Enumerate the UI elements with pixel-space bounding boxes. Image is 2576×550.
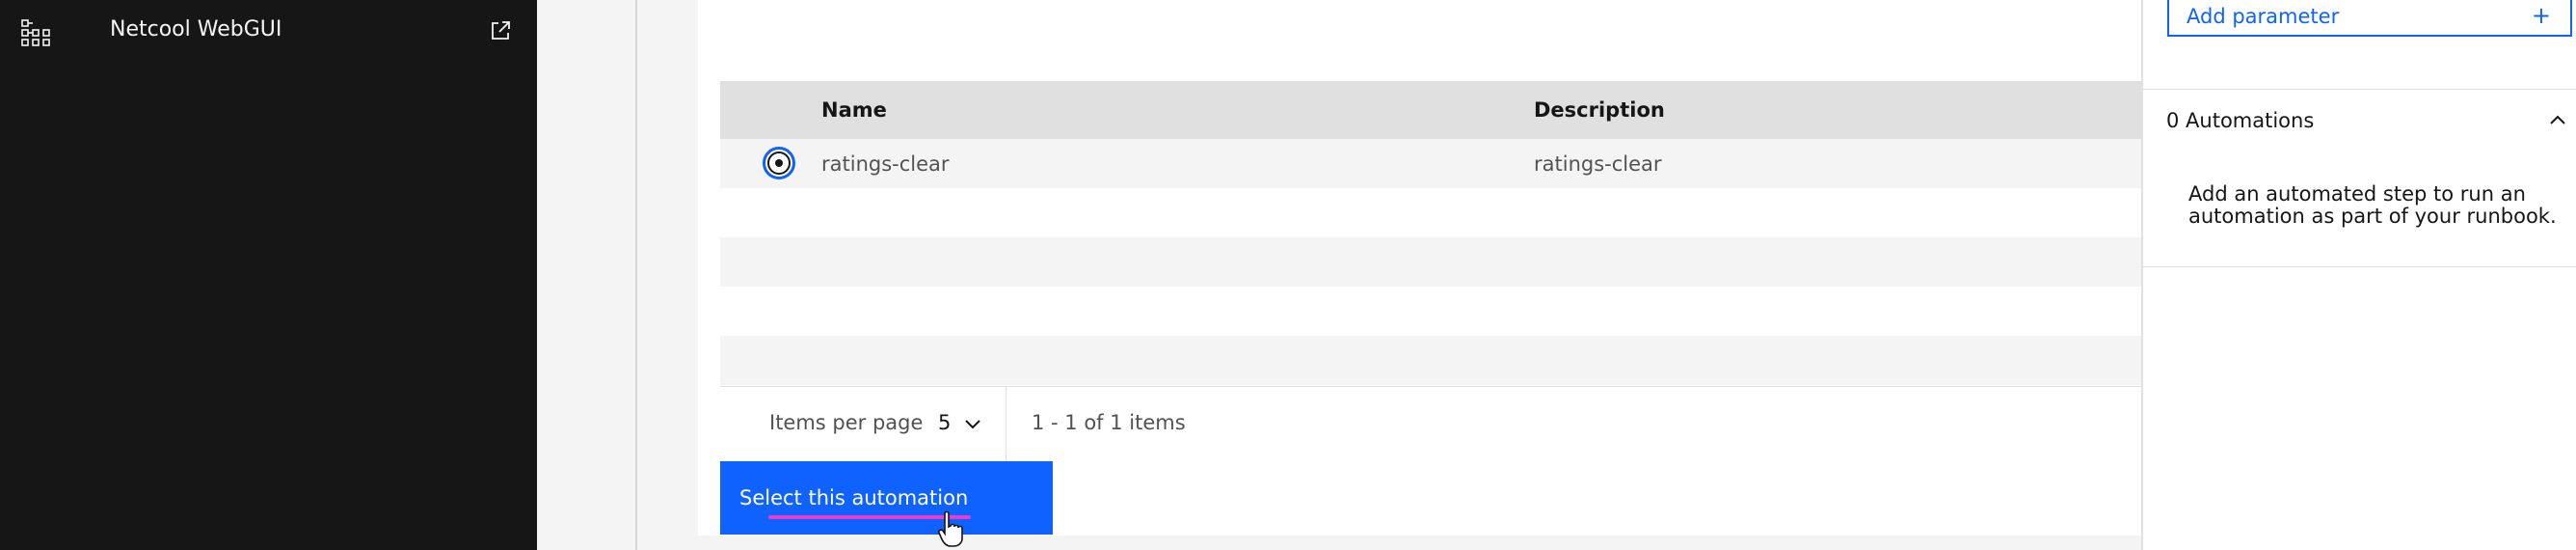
add-parameter-label: Add parameter (2187, 5, 2340, 28)
table-row-empty (720, 237, 2142, 287)
automations-table: Name Description ratings-clear ratings-c… (720, 81, 2142, 385)
pagination-range: 1 - 1 of 1 items (1032, 411, 1186, 434)
select-automation-label: Select this automation (739, 486, 969, 509)
cell-description: ratings-clear (1534, 152, 1662, 176)
content-gutter (537, 0, 637, 550)
table-row[interactable]: ratings-clear ratings-clear (720, 139, 2142, 188)
radio-selected-dot (775, 159, 783, 167)
app-title[interactable]: Netcool WebGUI (110, 17, 282, 41)
hand-pointer-cursor-icon (938, 510, 963, 547)
side-navigation: Netcool WebGUI (0, 0, 537, 550)
automations-count-title: 0 Automations (2166, 109, 2315, 132)
chevron-up-icon[interactable] (2548, 111, 2567, 130)
panel-divider (2143, 266, 2576, 267)
row-select-radio[interactable] (763, 147, 795, 179)
table-row-empty (720, 287, 2142, 336)
items-per-page-label: Items per page (769, 411, 924, 434)
table-header: Name Description (720, 81, 2142, 139)
column-header-description[interactable]: Description (1534, 98, 1665, 122)
select-automation-button[interactable]: Select this automation (720, 461, 1053, 535)
runbook-side-panel: Add parameter + 0 Automations Add an aut… (2141, 0, 2576, 550)
automations-help-text: Add an automated step to run an automati… (2188, 182, 2557, 228)
table-row-empty (720, 336, 2142, 385)
table-row-empty (720, 188, 2142, 237)
launch-external-icon[interactable] (489, 19, 512, 42)
items-per-page-select[interactable]: 5 (938, 411, 951, 434)
add-parameter-button[interactable]: Add parameter + (2167, 0, 2572, 37)
add-icon: + (2531, 2, 2551, 29)
cell-name: ratings-clear (821, 152, 950, 176)
table-pagination: Items per page 5 1 - 1 of 1 items (720, 386, 2142, 462)
chevron-down-icon[interactable] (963, 414, 982, 433)
automations-accordion-header[interactable]: 0 Automations (2143, 90, 2576, 153)
app-switcher-grid-icon[interactable] (21, 19, 52, 46)
radio-ring (767, 151, 791, 175)
column-header-name[interactable]: Name (821, 98, 887, 122)
